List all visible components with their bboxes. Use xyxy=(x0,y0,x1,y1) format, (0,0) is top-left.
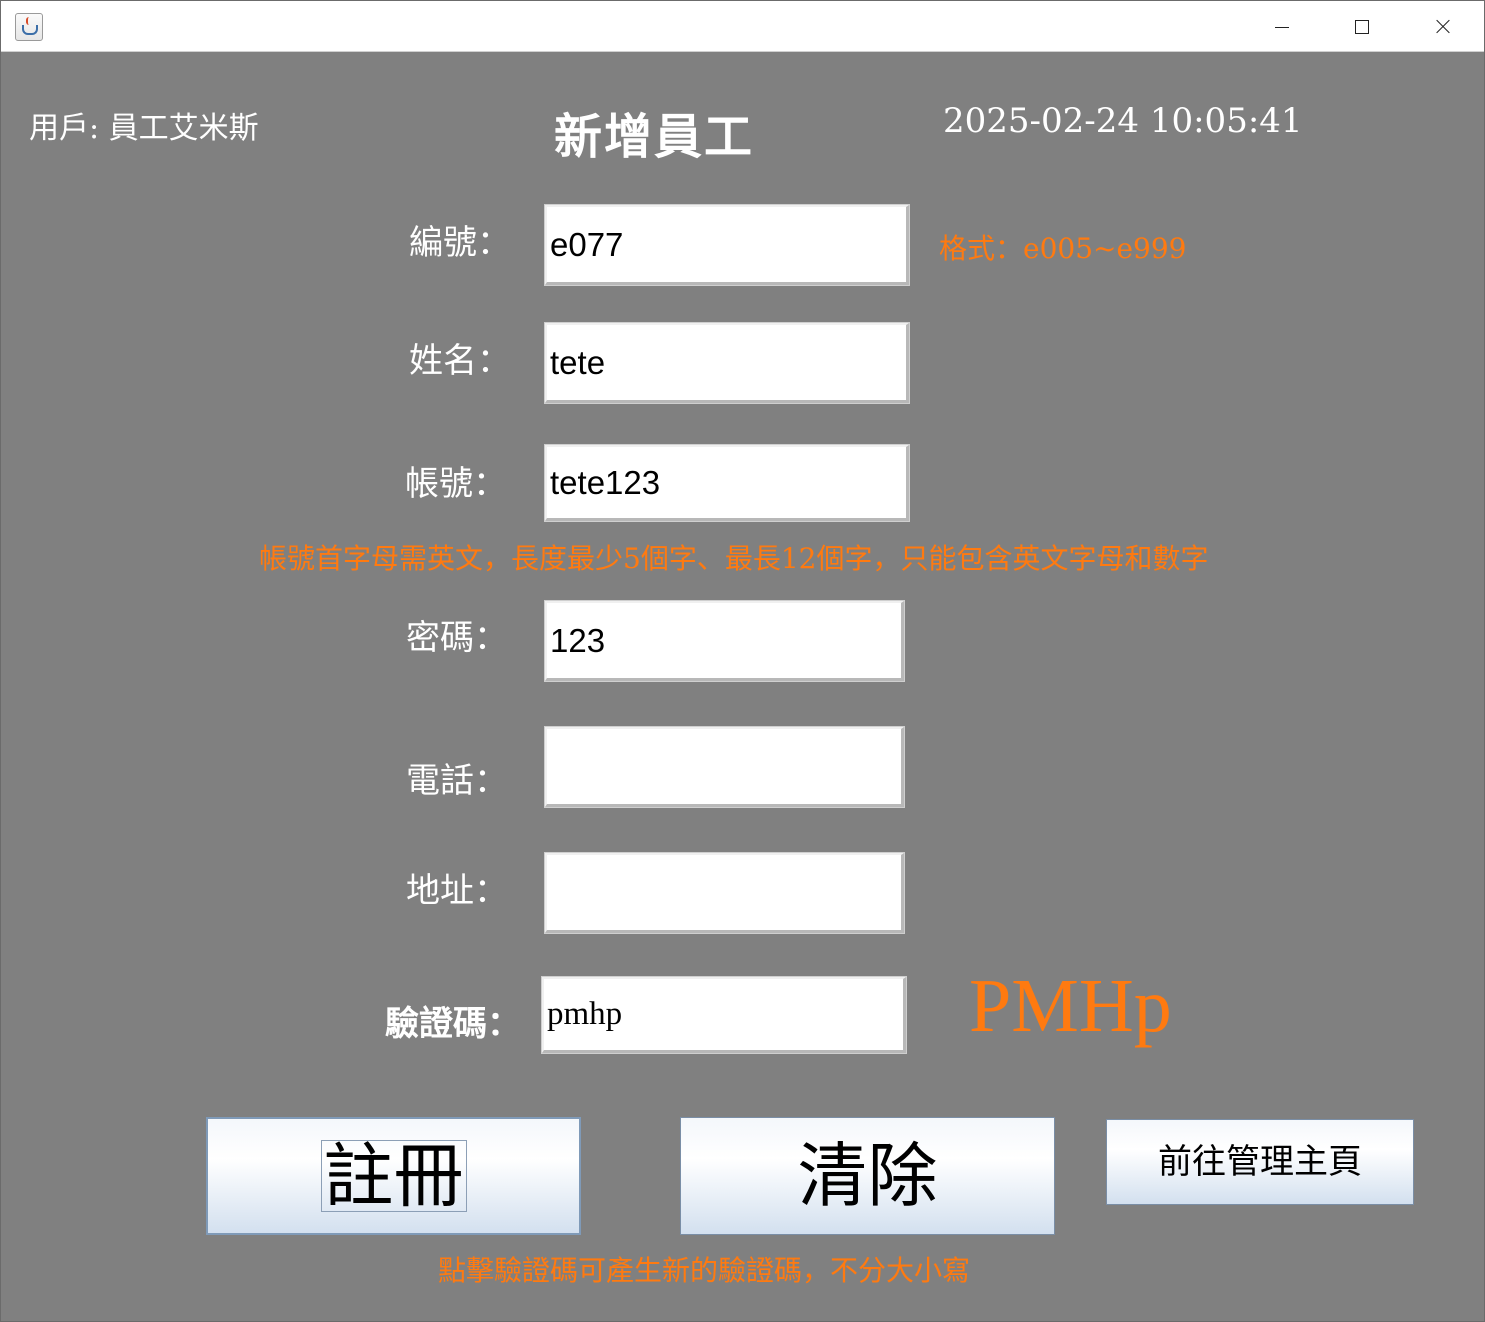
captcha-refresh-hint: 點擊驗證碼可產生新的驗證碼，不分大小寫 xyxy=(438,1254,971,1287)
title-bar xyxy=(1,1,1484,52)
name-field[interactable]: tete xyxy=(544,322,910,404)
id-format-hint: 格式：e005~e999 xyxy=(939,232,1187,265)
captcha-label: 驗證碼： xyxy=(385,1004,521,1044)
id-field[interactable]: e077 xyxy=(544,204,910,286)
password-field[interactable]: 123 xyxy=(544,600,905,682)
clear-button-label: 清除 xyxy=(797,1135,938,1217)
address-label: 地址： xyxy=(406,871,508,911)
id-label: 編號： xyxy=(409,223,511,263)
captcha-field[interactable]: pmhp xyxy=(541,976,907,1054)
address-field[interactable] xyxy=(544,852,905,934)
minimize-icon[interactable] xyxy=(1241,1,1321,51)
app-window: 用戶: 員工艾米斯 新增員工 2025-02-24 10:05:41 編號： e… xyxy=(0,0,1485,1322)
name-label: 姓名： xyxy=(409,341,511,381)
datetime-display: 2025-02-24 10:05:41 xyxy=(943,101,1303,141)
password-label: 密碼： xyxy=(406,618,508,658)
phone-label: 電話： xyxy=(406,761,508,801)
account-label: 帳號： xyxy=(405,464,507,504)
account-field[interactable]: tete123 xyxy=(544,444,910,522)
captcha-image[interactable]: PMHp xyxy=(969,963,1172,1050)
register-button[interactable]: 註冊 xyxy=(206,1117,581,1235)
page-title: 新增員工 xyxy=(554,109,755,165)
goto-admin-button[interactable]: 前往管理主頁 xyxy=(1106,1119,1414,1205)
register-button-label: 註冊 xyxy=(320,1140,467,1212)
clear-button[interactable]: 清除 xyxy=(680,1117,1055,1235)
close-icon[interactable] xyxy=(1402,1,1482,51)
java-cup-icon[interactable] xyxy=(15,13,43,41)
account-rule-hint: 帳號首字母需英文，長度最少5個字、最長12個字，只能包含英文字母和數字 xyxy=(259,542,1209,575)
phone-field[interactable] xyxy=(544,726,905,808)
user-label: 用戶: 員工艾米斯 xyxy=(29,111,259,146)
maximize-icon[interactable] xyxy=(1321,1,1401,51)
goto-admin-button-label: 前往管理主頁 xyxy=(1158,1142,1362,1182)
